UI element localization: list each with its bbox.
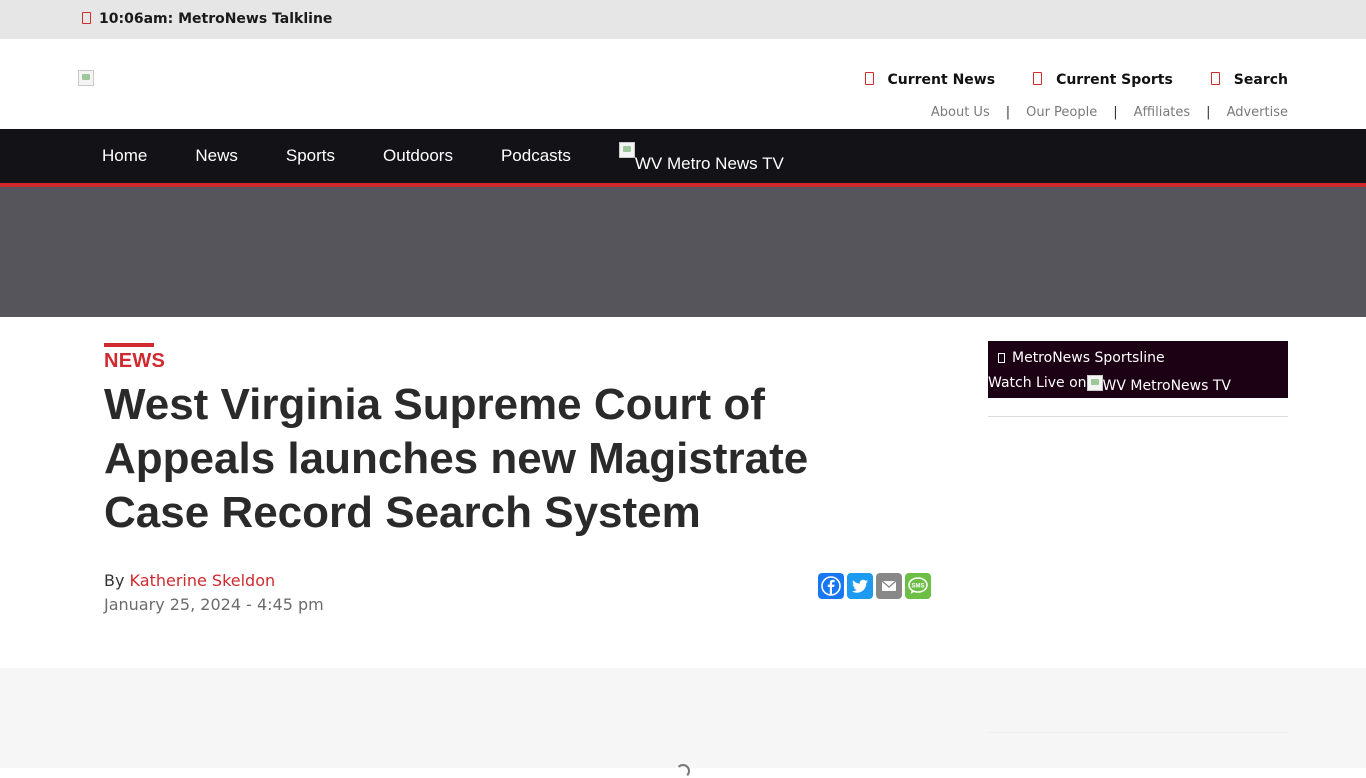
broken-image-icon xyxy=(618,142,635,158)
nav-home[interactable]: Home xyxy=(102,146,147,166)
author-link[interactable]: Katherine Skeldon xyxy=(130,571,276,590)
loading-spinner-icon xyxy=(676,764,690,778)
now-playing-text: MetroNews Sportsline xyxy=(1012,350,1165,366)
sms-icon-text: SMS xyxy=(911,583,924,589)
share-email-button[interactable] xyxy=(876,573,902,599)
now-airing[interactable]: 10:06am: MetroNews Talkline xyxy=(82,11,332,27)
top-ticker-bar: 10:06am: MetroNews Talkline xyxy=(0,0,1366,39)
radio-icon xyxy=(82,12,91,24)
radio-icon xyxy=(998,353,1005,363)
nav-outdoors[interactable]: Outdoors xyxy=(383,146,453,166)
live-stream-box: MetroNews Sportsline Watch Live on WV Me… xyxy=(988,341,1288,398)
current-news-link[interactable]: Current News xyxy=(864,71,996,88)
search-icon xyxy=(1210,71,1220,85)
current-news-label: Current News xyxy=(887,72,996,88)
utility-links: About Us | Our People | Affiliates | Adv… xyxy=(931,105,1288,120)
watch-live-prefix: Watch Live on xyxy=(988,375,1087,391)
site-logo[interactable] xyxy=(78,70,94,86)
watch-live-link[interactable]: Watch Live on WV MetroNews TV xyxy=(988,375,1231,394)
publish-date: January 25, 2024 - 4:45 pm xyxy=(104,595,324,614)
share-facebook-button[interactable] xyxy=(818,573,844,599)
separator: | xyxy=(1206,105,1211,120)
affiliates-link[interactable]: Affiliates xyxy=(1134,105,1191,120)
facebook-icon xyxy=(821,576,841,596)
now-playing[interactable]: MetroNews Sportsline xyxy=(998,350,1165,366)
email-icon xyxy=(881,580,897,591)
separator: | xyxy=(1113,105,1118,120)
nav-tv-alt-text: WV Metro News TV xyxy=(634,154,784,173)
category-label[interactable]: NEWS xyxy=(104,350,165,373)
our-people-link[interactable]: Our People xyxy=(1026,105,1097,120)
current-sports-link[interactable]: Current Sports xyxy=(1033,71,1173,88)
quick-links: Current News Current Sports Search xyxy=(864,71,1288,88)
advertise-link[interactable]: Advertise xyxy=(1227,105,1288,120)
share-buttons: SMS xyxy=(818,573,934,599)
nav-news[interactable]: News xyxy=(195,146,238,166)
sms-icon: SMS xyxy=(908,577,928,594)
nav-items: Home News Sports Outdoors Podcasts WV Me… xyxy=(102,129,784,183)
nav-metronews-tv[interactable]: WV Metro News TV xyxy=(618,142,784,174)
watch-live-tv-alt: WV MetroNews TV xyxy=(1102,378,1231,394)
current-sports-label: Current Sports xyxy=(1056,72,1173,88)
nav-sports[interactable]: Sports xyxy=(286,146,335,166)
twitter-icon xyxy=(852,579,868,593)
sidebar-divider xyxy=(988,416,1288,417)
share-sms-button[interactable]: SMS xyxy=(905,573,931,599)
ad-banner-area xyxy=(0,187,1366,317)
nav-podcasts[interactable]: Podcasts xyxy=(501,146,571,166)
now-airing-text: 10:06am: MetroNews Talkline xyxy=(99,11,333,27)
article-headline: West Virginia Supreme Court of Appeals l… xyxy=(104,380,809,537)
site-header: Current News Current Sports Search About… xyxy=(0,39,1366,129)
sidebar-divider-lower xyxy=(988,732,1288,733)
byline: By Katherine Skeldon xyxy=(104,571,275,590)
share-twitter-button[interactable] xyxy=(847,573,873,599)
document-icon xyxy=(864,71,874,85)
category-accent-rule xyxy=(104,343,154,347)
about-us-link[interactable]: About Us xyxy=(931,105,990,120)
separator: | xyxy=(1005,105,1011,120)
search-label: Search xyxy=(1233,72,1288,88)
article-body-area xyxy=(0,668,1366,768)
document-icon xyxy=(1033,71,1043,85)
search-link[interactable]: Search xyxy=(1210,71,1288,88)
main-nav: Home News Sports Outdoors Podcasts WV Me… xyxy=(0,129,1366,183)
broken-image-icon xyxy=(1086,375,1103,391)
byline-prefix: By xyxy=(104,571,125,590)
